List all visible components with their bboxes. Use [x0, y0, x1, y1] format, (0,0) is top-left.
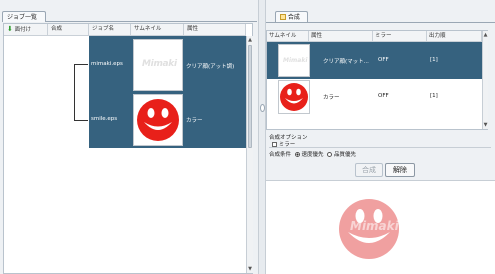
job-name-2: smile.eps — [91, 116, 118, 122]
rheader-output-order[interactable]: 出力順 — [427, 31, 482, 42]
header-imposition[interactable]: ⬇ 面付け — [4, 24, 48, 36]
tab-job-list-label: ジョブ一覧 — [7, 14, 38, 21]
compose-attribute-2: カラー — [323, 95, 340, 101]
job-attribute-1: クリア顔(アット調) — [186, 64, 235, 70]
compose-scroll-up-icon[interactable]: ▲ — [483, 31, 488, 39]
tab-compose[interactable]: 合成 — [275, 11, 308, 22]
smiley-icon-small — [280, 83, 308, 111]
rheader-attribute[interactable]: 属性 — [309, 31, 373, 42]
job-list-scrollbar[interactable]: ▲ ▼ — [246, 36, 253, 273]
mimaki-logo: Mimaki — [142, 59, 177, 69]
rheader-mirror[interactable]: ミラー — [373, 31, 427, 42]
compose-condition-label: 合成条件 — [269, 152, 292, 158]
scroll-thumb[interactable] — [248, 45, 252, 148]
compose-list-table: サムネイル 属性 ミラー 出力順 Mimaki クリア顔(マット... OFF … — [266, 30, 488, 130]
scroll-up-icon[interactable]: ▲ — [247, 36, 253, 44]
quality-priority-radio[interactable] — [327, 152, 333, 157]
release-button[interactable]: 解除 — [385, 163, 415, 177]
mimaki-logo-small: Mimaki — [283, 57, 308, 64]
job-thumbnail-1: Mimaki — [133, 39, 183, 91]
header-compose[interactable]: 合成 — [48, 24, 89, 36]
splitter-handle-icon[interactable] — [260, 104, 265, 112]
job-thumbnail-2 — [133, 94, 183, 146]
compose-preview: Mimaki — [266, 180, 495, 274]
tab-compose-label: 合成 — [287, 14, 300, 21]
smiley-icon — [137, 99, 179, 141]
compose-mirror-1: OFF — [378, 57, 389, 63]
scroll-down-icon[interactable]: ▼ — [247, 265, 253, 273]
header-thumbnail[interactable]: サムネイル — [131, 24, 184, 36]
right-tabstrip: 合成 — [266, 10, 495, 23]
header-attribute[interactable]: 属性 — [184, 24, 246, 36]
speed-priority-label: 速度優先 — [301, 152, 324, 158]
down-arrow-icon: ⬇ — [7, 25, 13, 33]
compose-tab-icon — [280, 14, 286, 20]
header-job-name[interactable]: ジョブ名 — [89, 24, 131, 36]
quality-priority-label: 品質優先 — [334, 152, 357, 158]
compose-thumbnail-2 — [278, 80, 310, 114]
speed-priority-radio[interactable] — [294, 152, 300, 157]
compose-order-1: [1] — [430, 57, 438, 63]
compose-options: 合成オプション ミラー 合成条件 速度優先 品質優先 — [266, 132, 495, 162]
compose-list-scrollbar[interactable]: ▲ ▼ — [482, 31, 488, 129]
preview-mimaki-logo: Mimaki — [350, 219, 399, 233]
tab-job-list[interactable]: ジョブ一覧 — [2, 11, 46, 22]
compose-scroll-down-icon[interactable]: ▼ — [483, 121, 488, 129]
compose-mirror-2: OFF — [378, 93, 389, 99]
left-tabstrip: ジョブ一覧 — [2, 10, 257, 22]
rheader-thumbnail[interactable]: サムネイル — [267, 31, 309, 42]
job-name-1: mimaki.eps — [91, 61, 123, 67]
compose-attribute-1: クリア顔(マット... — [323, 59, 369, 65]
job-attribute-2: カラー — [186, 118, 203, 124]
pane-splitter[interactable] — [258, 0, 266, 274]
compose-button[interactable]: 合成 — [355, 163, 383, 177]
job-list-pane: ジョブ一覧 ⬇ 面付け 合成 ジョブ名 サムネイル 属性 mimaki.eps … — [0, 0, 258, 274]
job-list-table: ⬇ 面付け 合成 ジョブ名 サムネイル 属性 mimaki.eps Mimaki… — [3, 23, 253, 274]
compose-order-2: [1] — [430, 93, 438, 99]
compose-group-bracket — [74, 64, 88, 121]
compose-condition: 合成条件 速度優先 品質優先 — [269, 147, 491, 158]
compose-thumbnail-1: Mimaki — [278, 44, 310, 77]
